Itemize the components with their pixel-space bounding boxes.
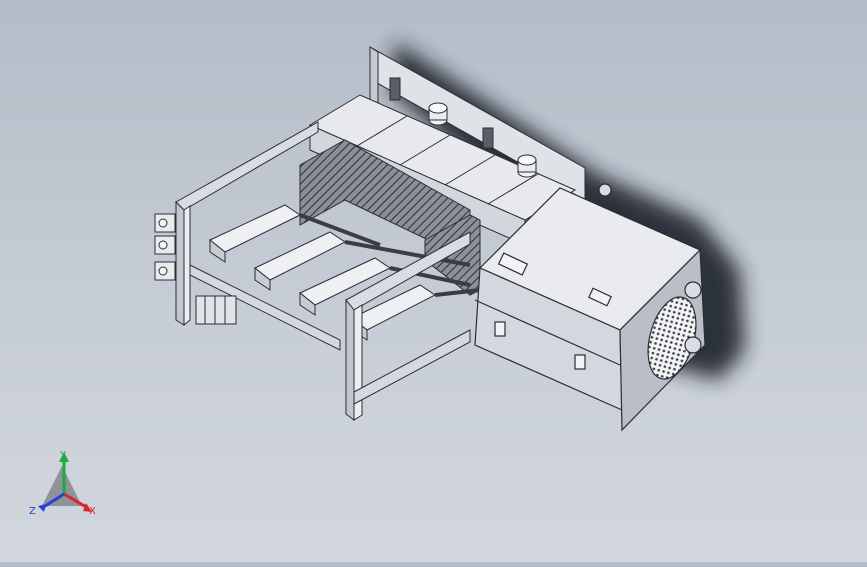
cad-model-view: Y X Z <box>29 42 745 517</box>
coordinate-triad-icon: Y X Z <box>29 450 96 517</box>
cad-viewport[interactable]: Y X Z <box>0 0 867 562</box>
triad-x-label: X <box>89 506 96 517</box>
triad-z-label: Z <box>29 506 36 517</box>
triad-y-label: Y <box>59 450 67 461</box>
